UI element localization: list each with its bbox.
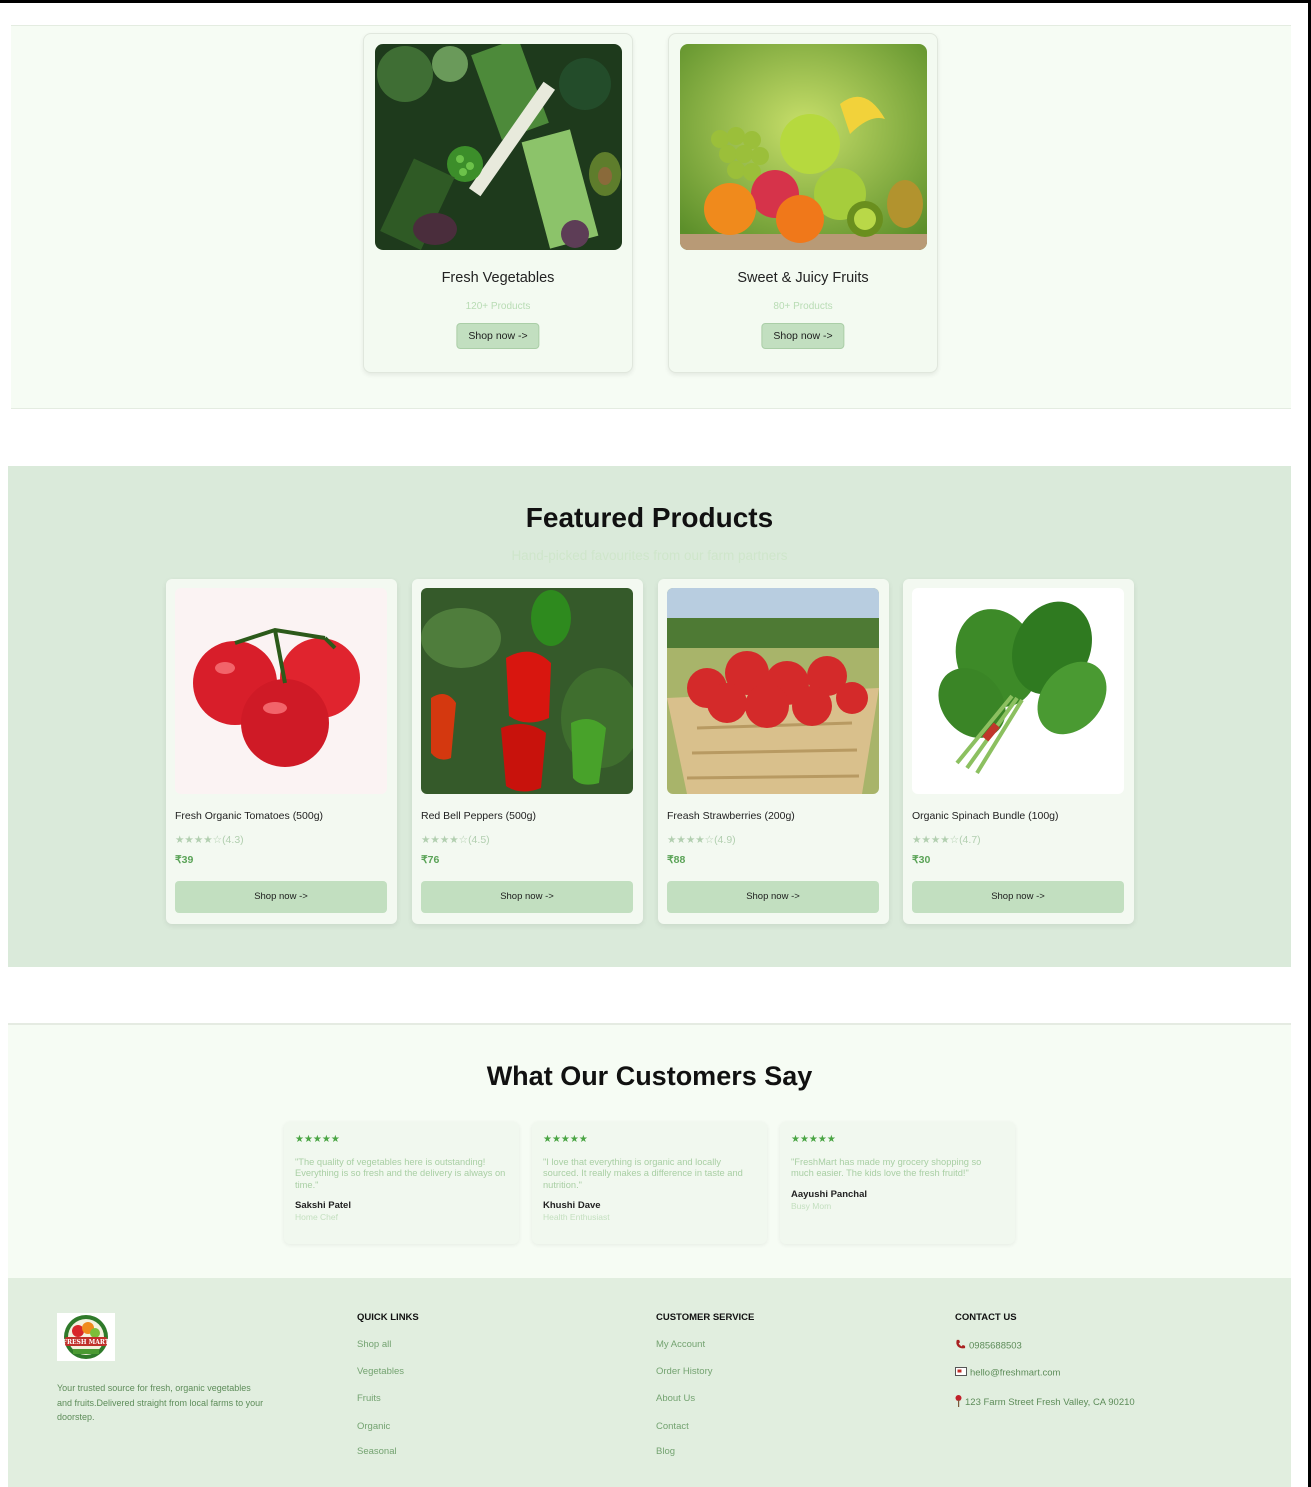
testimonial-quote: "The quality of vegetables here is outst… [295, 1157, 506, 1190]
product-price: ₹39 [175, 854, 194, 866]
contact-phone-text: 0985688503 [969, 1340, 1022, 1352]
product-rating: ★★★★☆(4.9) [667, 834, 736, 846]
customer-service-column: CUSTOMER SERVICE My Account Order Histor… [656, 1312, 755, 1457]
logo-text: FRESH MART [63, 1339, 110, 1346]
customer-role: Health Enthusiast [543, 1212, 610, 1222]
footer-link-seasonal[interactable]: Seasonal [357, 1446, 397, 1457]
testimonial-quote: "FreshMart has made my grocery shopping … [791, 1157, 982, 1179]
footer-link-blog[interactable]: Blog [656, 1446, 675, 1457]
shop-now-button[interactable]: Shop now -> [761, 323, 845, 349]
location-pin-icon [955, 1395, 962, 1410]
product-rating: ★★★★☆(4.3) [175, 834, 244, 846]
footer: FRESH MART Your trusted source for fresh… [8, 1278, 1291, 1487]
customer-name: Sakshi Patel [295, 1200, 351, 1211]
star-rating: ★★★★★ [791, 1134, 836, 1145]
testimonials-section: What Our Customers Say ★★★★★ "The qualit… [8, 1023, 1291, 1278]
product-card[interactable]: Fresh Organic Tomatoes (500g) ★★★★☆(4.3)… [166, 579, 397, 924]
product-name: Freash Strawberries (200g) [667, 810, 795, 822]
category-title: Sweet & Juicy Fruits [737, 270, 869, 286]
quick-links-column: QUICK LINKS Shop all Vegetables Fruits O… [357, 1312, 419, 1457]
featured-products-section: Featured Products Hand-picked favourites… [8, 466, 1291, 967]
product-card[interactable]: Organic Spinach Bundle (100g) ★★★★☆(4.7)… [903, 579, 1134, 924]
shop-now-button[interactable]: Shop now -> [175, 881, 387, 913]
contact-email[interactable]: hello@freshmart.com [955, 1367, 1060, 1379]
footer-link-about-us[interactable]: About Us [656, 1393, 695, 1404]
contact-address: 123 Farm Street Fresh Valley, CA 90210 [955, 1395, 1135, 1410]
customer-name: Aayushi Panchal [791, 1189, 868, 1200]
footer-link-order-history[interactable]: Order History [656, 1366, 712, 1377]
shop-now-button[interactable]: Shop now -> [912, 881, 1124, 913]
customer-role: Home Chef [295, 1212, 338, 1222]
product-price: ₹30 [912, 854, 931, 866]
contact-column: CONTACT US 0985688503 hello@freshmart.co… [955, 1312, 1135, 1408]
section-title: What Our Customers Say [486, 1061, 813, 1091]
section-subtitle: Hand-picked favourites from our farm par… [511, 548, 788, 563]
shop-now-button[interactable]: Shop now -> [667, 881, 879, 913]
contact-email-text: hello@freshmart.com [970, 1367, 1061, 1379]
quick-links-heading: QUICK LINKS [357, 1312, 419, 1323]
freshmart-logo[interactable]: FRESH MART [57, 1313, 115, 1361]
shop-now-button[interactable]: Shop now -> [456, 323, 540, 349]
customer-name: Khushi Dave [543, 1200, 601, 1211]
product-name: Organic Spinach Bundle (100g) [912, 810, 1059, 822]
star-rating: ★★★★★ [295, 1134, 340, 1145]
testimonial-card: ★★★★★ "FreshMart has made my grocery sho… [780, 1122, 1015, 1244]
product-rating: ★★★★☆(4.5) [421, 834, 490, 846]
contact-address-text: 123 Farm Street Fresh Valley, CA 90210 [965, 1397, 1135, 1409]
product-name: Fresh Organic Tomatoes (500g) [175, 810, 324, 822]
strawberries-image [667, 588, 879, 794]
category-count: 120+ Products [465, 301, 531, 312]
footer-link-shop-all[interactable]: Shop all [357, 1339, 391, 1350]
email-icon [955, 1367, 967, 1379]
phone-icon [955, 1339, 966, 1353]
spinach-image [912, 588, 1124, 794]
bell-peppers-image [421, 588, 633, 794]
footer-link-contact[interactable]: Contact [656, 1421, 689, 1432]
product-price: ₹88 [667, 854, 686, 866]
shop-now-button[interactable]: Shop now -> [421, 881, 633, 913]
product-card[interactable]: Freash Strawberries (200g) ★★★★☆(4.9) ₹8… [658, 579, 889, 924]
section-title: Featured Products [525, 502, 774, 533]
footer-description: Your trusted source for fresh, organic v… [57, 1383, 264, 1422]
contact-heading: CONTACT US [955, 1312, 1017, 1323]
category-card-vegetables[interactable]: Fresh Vegetables 120+ Products Shop now … [363, 33, 633, 373]
customer-service-heading: CUSTOMER SERVICE [656, 1312, 755, 1323]
category-count: 80+ Products [773, 301, 833, 312]
testimonial-quote: "I love that everything is organic and l… [543, 1157, 743, 1190]
footer-link-my-account[interactable]: My Account [656, 1339, 705, 1350]
footer-link-fruits[interactable]: Fruits [357, 1393, 381, 1404]
product-card[interactable]: Red Bell Peppers (500g) ★★★★☆(4.5) ₹76 S… [412, 579, 643, 924]
contact-phone[interactable]: 0985688503 [955, 1339, 1022, 1353]
category-card-fruits[interactable]: Sweet & Juicy Fruits 80+ Products Shop n… [668, 33, 938, 373]
tomatoes-image [175, 588, 387, 794]
product-name: Red Bell Peppers (500g) [421, 810, 536, 822]
product-rating: ★★★★☆(4.7) [912, 834, 981, 846]
footer-link-vegetables[interactable]: Vegetables [357, 1366, 404, 1377]
window-frame-top [0, 0, 1311, 3]
testimonial-card: ★★★★★ "I love that everything is organic… [532, 1122, 767, 1244]
vegetables-image [375, 44, 622, 250]
star-rating: ★★★★★ [543, 1134, 588, 1145]
testimonial-card: ★★★★★ "The quality of vegetables here is… [284, 1122, 519, 1244]
category-title: Fresh Vegetables [441, 270, 555, 286]
fruits-image [680, 44, 927, 250]
product-price: ₹76 [421, 854, 440, 866]
footer-link-organic[interactable]: Organic [357, 1421, 390, 1432]
customer-role: Busy Mom [791, 1201, 832, 1211]
categories-section: Fresh Vegetables 120+ Products Shop now … [11, 25, 1291, 409]
